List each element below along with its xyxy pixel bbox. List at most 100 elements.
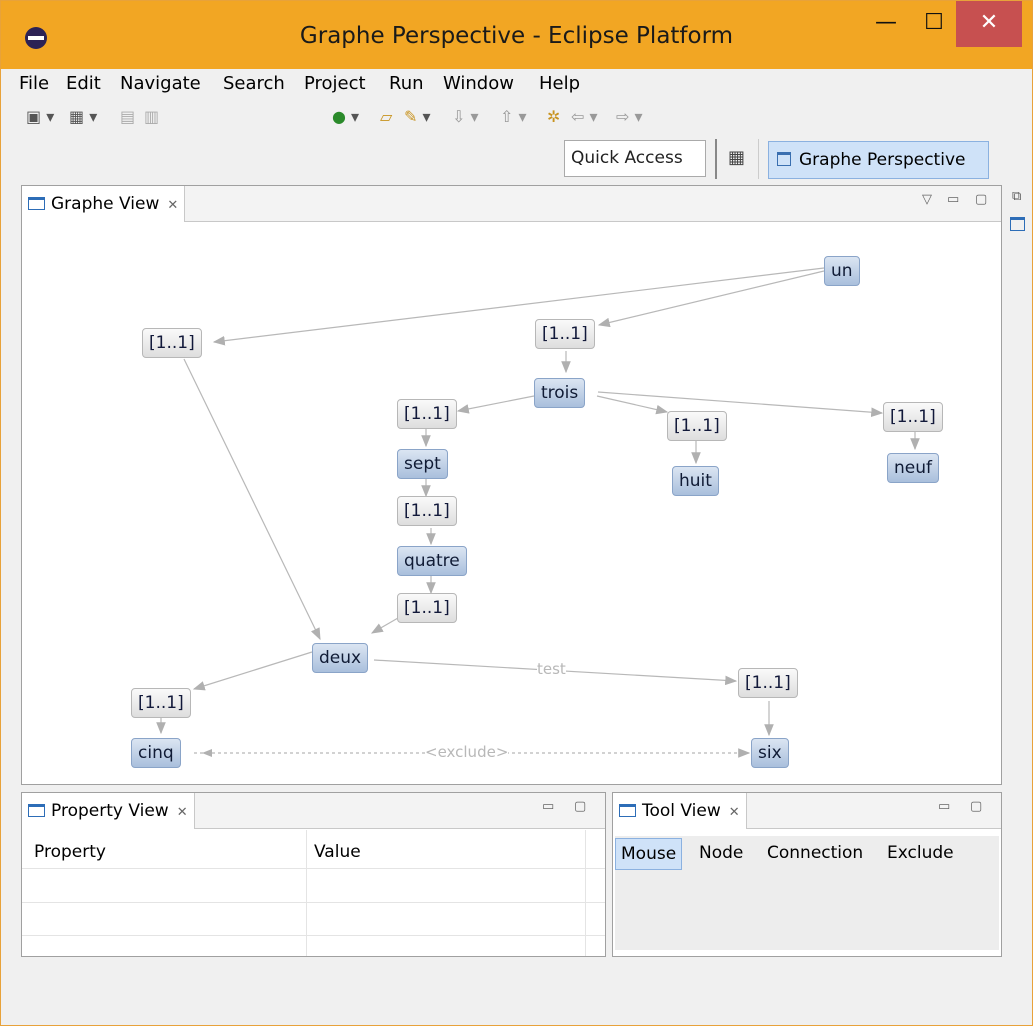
maximize-view-icon[interactable]: ▢ (975, 192, 987, 207)
tab-tool-view[interactable]: Tool View ✕ (613, 793, 747, 829)
new-icon[interactable]: ▣ ▾ (26, 107, 54, 126)
edge-un-c1 (212, 267, 825, 346)
tab-label: Graphe View (51, 194, 160, 214)
graph-canvas[interactable]: test <exclude> un [1..1] [1..1] trois [1… (22, 223, 1001, 784)
next-annotation-icon[interactable]: ⇩ ▾ (452, 107, 479, 126)
node-quatre[interactable]: quatre (397, 546, 467, 576)
tab-graphe-view[interactable]: Graphe View ✕ (22, 186, 186, 222)
menu-search[interactable]: Search (223, 73, 285, 94)
prev-annotation-icon[interactable]: ⇧ ▾ (500, 107, 527, 126)
open-perspective-icon[interactable]: ▦ (728, 147, 745, 168)
column-divider (585, 830, 586, 956)
edge-label-exclude: <exclude> (425, 743, 509, 761)
property-view: Property View ✕ ▭ ▢ Property Value (21, 792, 606, 957)
close-button[interactable]: ✕ (956, 1, 1022, 47)
tool-mouse[interactable]: Mouse (615, 838, 683, 870)
tool-view: Tool View ✕ ▭ ▢ Mouse Node Connection Exc… (612, 792, 1002, 957)
tab-property-view[interactable]: Property View ✕ (22, 793, 195, 829)
maximize-button[interactable]: ☐ (911, 1, 957, 47)
node-sept[interactable]: sept (397, 449, 448, 479)
menu-bar: File Edit Navigate Search Project Run Wi… (2, 69, 1031, 97)
node-deux[interactable]: deux (312, 643, 369, 673)
tool-view-tabbar: Tool View ✕ ▭ ▢ (613, 793, 1001, 829)
node-card-1[interactable]: [1..1] (142, 328, 202, 358)
node-card-5[interactable]: [1..1] (883, 402, 943, 432)
close-tab-icon[interactable]: ✕ (167, 198, 178, 213)
view-icon (28, 804, 45, 817)
perspective-icon (777, 152, 791, 166)
node-card-4[interactable]: [1..1] (667, 411, 727, 441)
close-tab-icon[interactable]: ✕ (177, 805, 188, 820)
tool-connection[interactable]: Connection (762, 838, 868, 870)
toolbar-separator (758, 139, 759, 179)
back-icon[interactable]: ⇦ ▾ (571, 107, 598, 126)
perspective-label: Graphe Perspective (799, 150, 966, 170)
edge-label-test: test (537, 660, 566, 678)
minimize-view-icon[interactable]: ▭ (947, 192, 959, 207)
node-card-9[interactable]: [1..1] (738, 668, 798, 698)
edit-icon[interactable]: ✎ ▾ (404, 107, 431, 126)
title-bar[interactable]: Graphe Perspective - Eclipse Platform — … (1, 1, 1032, 69)
edge-c7-deux (370, 617, 399, 634)
outline-view-icon[interactable] (1010, 217, 1025, 231)
trim-stack: ⧉ (1006, 187, 1031, 247)
save-icon[interactable]: ▤ (120, 107, 135, 126)
edge-trois-c5 (597, 391, 884, 417)
node-neuf[interactable]: neuf (887, 453, 939, 483)
column-divider (306, 830, 307, 956)
node-trois[interactable]: trois (534, 378, 586, 408)
tab-label: Tool View (642, 801, 721, 821)
edge-deux-c8 (192, 651, 313, 691)
save-all-icon[interactable]: ▥ (144, 107, 159, 126)
column-header-property[interactable]: Property (34, 842, 106, 862)
eclipse-window: Graphe Perspective - Eclipse Platform — … (0, 0, 1033, 1026)
column-header-value[interactable]: Value (314, 842, 361, 862)
tool-node[interactable]: Node (694, 838, 748, 870)
maximize-view-icon[interactable]: ▢ (970, 799, 982, 814)
graphe-view: Graphe View ✕ ▽ ▭ ▢ test <exclude> un [1… (21, 185, 1002, 785)
edge-c1-deux (183, 358, 321, 641)
minimize-view-icon[interactable]: ▭ (542, 799, 554, 814)
menu-project[interactable]: Project (304, 73, 366, 94)
toolbar-separator (715, 139, 717, 179)
menu-navigate[interactable]: Navigate (120, 73, 201, 94)
row-divider (22, 935, 605, 936)
last-edit-icon[interactable]: ✲ (547, 107, 560, 126)
menu-help[interactable]: Help (539, 73, 580, 94)
row-divider (22, 868, 605, 869)
view-icon (619, 804, 636, 817)
maximize-view-icon[interactable]: ▢ (574, 799, 586, 814)
close-tab-icon[interactable]: ✕ (729, 805, 740, 820)
run-icon[interactable]: ● ▾ (332, 107, 359, 126)
restore-icon[interactable]: ⧉ (1012, 189, 1021, 204)
edge-un-c2 (597, 270, 825, 328)
view-menu-icon[interactable]: ▽ (922, 192, 932, 207)
tool-palette: Mouse Node Connection Exclude (613, 830, 1001, 956)
open-folder-icon[interactable]: ▱ (380, 107, 392, 126)
property-table[interactable]: Property Value (22, 830, 605, 956)
node-card-7[interactable]: [1..1] (397, 593, 457, 623)
edge-trois-c4 (596, 395, 669, 415)
node-card-6[interactable]: [1..1] (397, 496, 457, 526)
edge-trois-c3 (456, 395, 535, 414)
node-card-2[interactable]: [1..1] (535, 319, 595, 349)
menu-run[interactable]: Run (389, 73, 424, 94)
graphe-view-tabbar: Graphe View ✕ ▽ ▭ ▢ (22, 186, 1001, 222)
node-un[interactable]: un (824, 256, 860, 286)
minimize-button[interactable]: — (863, 1, 909, 47)
minimize-view-icon[interactable]: ▭ (938, 799, 950, 814)
node-six[interactable]: six (751, 738, 789, 768)
tool-palette-area: Mouse Node Connection Exclude (615, 836, 999, 950)
perspective-button[interactable]: Graphe Perspective (768, 141, 989, 179)
node-card-8[interactable]: [1..1] (131, 688, 191, 718)
tool-exclude[interactable]: Exclude (882, 838, 959, 870)
node-card-3[interactable]: [1..1] (397, 399, 457, 429)
forward-icon[interactable]: ⇨ ▾ (616, 107, 643, 126)
node-huit[interactable]: huit (672, 466, 719, 496)
quick-access-field[interactable]: Quick Access (564, 140, 706, 177)
menu-edit[interactable]: Edit (66, 73, 101, 94)
menu-window[interactable]: Window (443, 73, 514, 94)
new-wizard-icon[interactable]: ▦ ▾ (69, 107, 97, 126)
menu-file[interactable]: File (19, 73, 49, 94)
node-cinq[interactable]: cinq (131, 738, 181, 768)
